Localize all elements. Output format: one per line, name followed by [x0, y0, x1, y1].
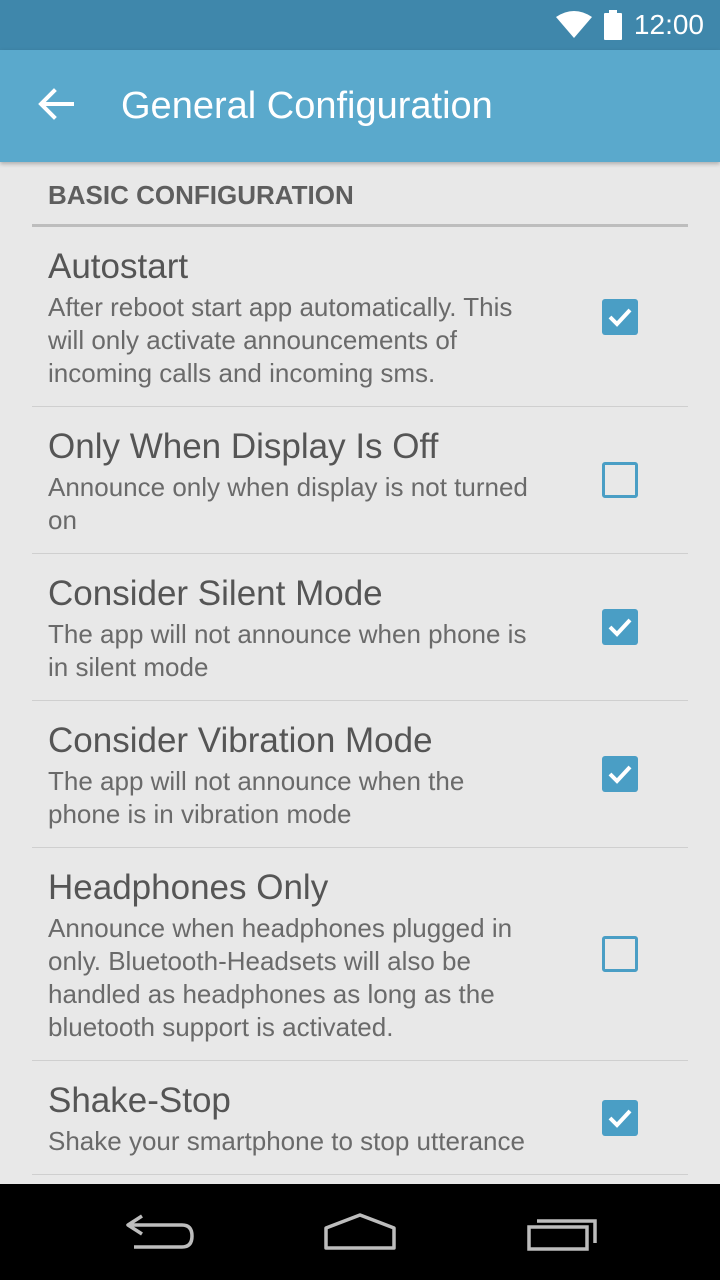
- pref-summary: Shake your smartphone to stop utterance: [48, 1126, 525, 1156]
- battery-icon: [603, 10, 622, 40]
- checkmark-icon: [608, 765, 632, 784]
- wifi-icon: [555, 11, 592, 39]
- pref-summary: After reboot start app automatically. Th…: [48, 292, 513, 388]
- preferences-list[interactable]: BASIC CONFIGURATION Autostart After rebo…: [0, 162, 720, 1184]
- pref-title: Headphones Only: [48, 868, 329, 907]
- pref-consider-silent-mode[interactable]: Consider Silent Mode The app will not an…: [32, 554, 688, 701]
- checkmark-icon: [608, 308, 632, 327]
- pref-consider-vibration-mode[interactable]: Consider Vibration Mode The app will not…: [32, 701, 688, 848]
- pref-title: Autostart: [48, 247, 189, 286]
- checkmark-icon: [608, 618, 632, 637]
- recents-nav-icon: [527, 1219, 597, 1251]
- headphones-only-checkbox[interactable]: [602, 936, 638, 972]
- display-off-checkbox[interactable]: [602, 462, 638, 498]
- app-bar: General Configuration: [0, 50, 720, 162]
- shake-stop-checkbox[interactable]: [602, 1099, 638, 1136]
- recents-nav-button[interactable]: [520, 1208, 600, 1256]
- pref-title: Shake-Stop: [48, 1081, 231, 1120]
- pref-title: Only When Display Is Off: [48, 427, 439, 466]
- page-title: General Configuration: [121, 85, 493, 127]
- pref-autostart[interactable]: Autostart After reboot start app automat…: [32, 227, 688, 407]
- home-nav-button[interactable]: [320, 1208, 400, 1256]
- silent-mode-checkbox[interactable]: [602, 609, 638, 645]
- status-bar: 12:00: [0, 0, 720, 50]
- back-button[interactable]: [24, 78, 88, 134]
- checkmark-icon: [608, 1109, 632, 1128]
- back-nav-button[interactable]: [120, 1208, 200, 1256]
- pref-summary: Announce only when display is not turned…: [48, 472, 528, 535]
- navigation-bar: [0, 1184, 720, 1280]
- vibration-mode-checkbox[interactable]: [602, 756, 638, 792]
- pref-title: Consider Vibration Mode: [48, 721, 433, 760]
- pref-shake-stop[interactable]: Shake-Stop Shake your smartphone to stop…: [32, 1061, 688, 1175]
- pref-summary: Announce when headphones plugged in only…: [48, 913, 513, 1042]
- home-nav-icon: [324, 1213, 396, 1250]
- back-nav-icon: [126, 1214, 194, 1249]
- pref-only-when-display-off[interactable]: Only When Display Is Off Announce only w…: [32, 407, 688, 554]
- autostart-checkbox[interactable]: [602, 298, 638, 335]
- back-arrow-icon: [38, 87, 74, 125]
- pref-summary: The app will not announce when phone is …: [48, 619, 527, 682]
- status-time: 12:00: [633, 9, 704, 40]
- section-header: BASIC CONFIGURATION: [32, 162, 688, 227]
- status-icons: 12:00: [555, 0, 704, 50]
- pref-headphones-only[interactable]: Headphones Only Announce when headphones…: [32, 848, 688, 1061]
- pref-summary: The app will not announce when the phone…: [48, 766, 465, 829]
- pref-title: Consider Silent Mode: [48, 574, 383, 613]
